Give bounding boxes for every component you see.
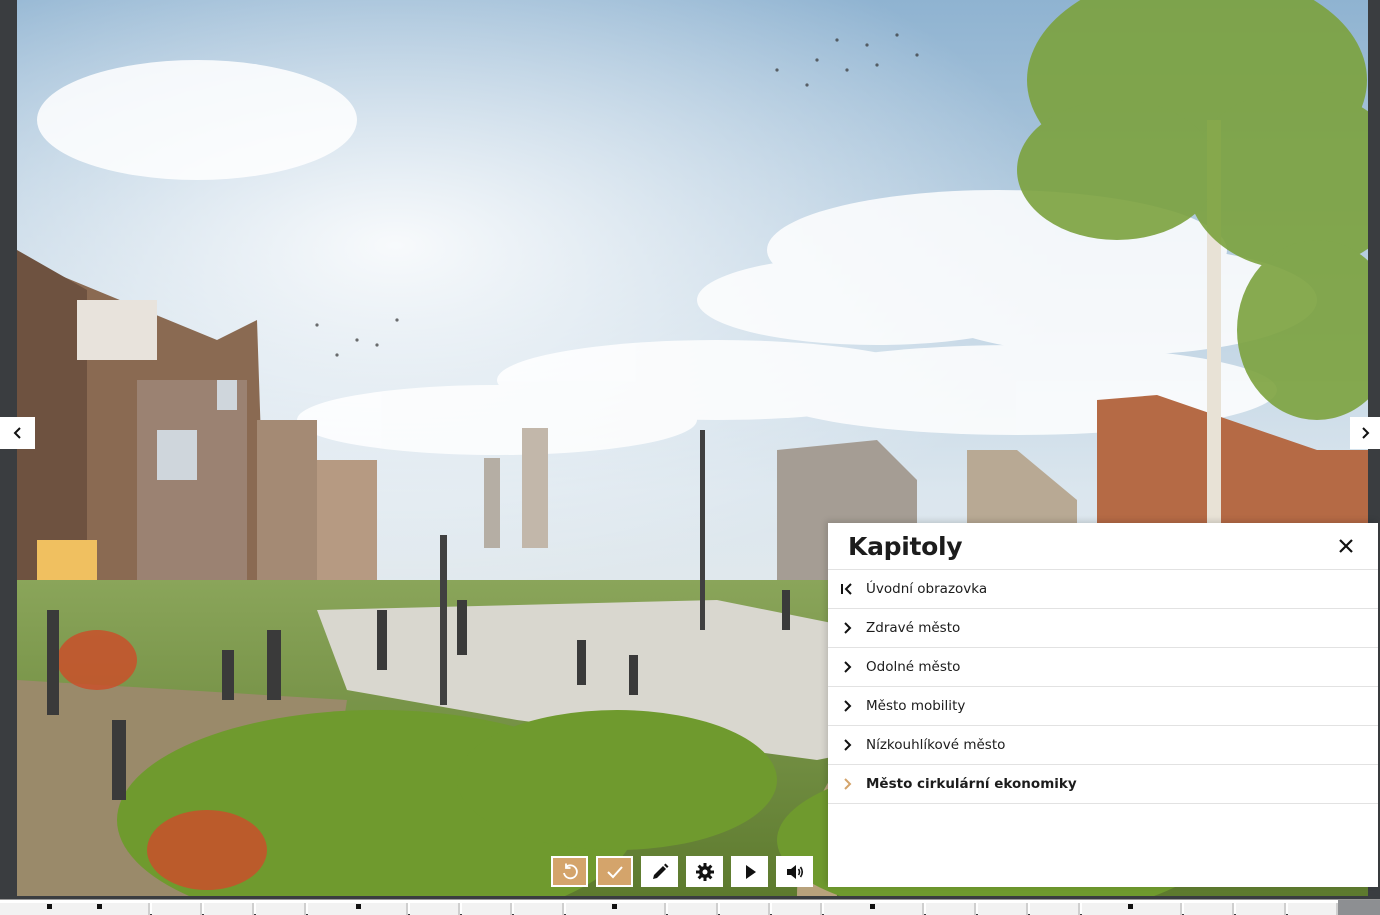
chapter-label: Odolné město <box>866 659 961 675</box>
chevron-right-icon <box>840 621 854 635</box>
thumbnail[interactable] <box>772 903 822 915</box>
chapter-label: Město mobility <box>866 698 966 714</box>
thumbnail[interactable] <box>1236 903 1286 915</box>
chevron-right-icon <box>840 699 854 713</box>
settings-button[interactable] <box>686 856 723 887</box>
thumbnail[interactable] <box>462 903 512 915</box>
toolbar <box>551 856 821 887</box>
thumbnail[interactable] <box>0 903 150 915</box>
play-button[interactable] <box>731 856 768 887</box>
chapter-item-mesto-mobility[interactable]: Město mobility <box>828 687 1378 726</box>
chapter-label: Město cirkulární ekonomiky <box>866 776 1077 792</box>
close-panel-button[interactable] <box>1334 534 1358 558</box>
chapter-item-nizkouhlikove-mesto[interactable]: Nízkouhlíkové město <box>828 726 1378 765</box>
thumbnail[interactable] <box>1030 903 1080 915</box>
close-icon <box>1339 539 1353 553</box>
next-arrow-button[interactable] <box>1350 417 1380 449</box>
draw-button[interactable] <box>641 856 678 887</box>
undo-button[interactable] <box>551 856 588 887</box>
play-icon <box>745 864 756 879</box>
chevron-left-icon <box>13 427 21 439</box>
chapter-label: Nízkouhlíkové město <box>866 737 1006 753</box>
thumbnail[interactable] <box>668 903 718 915</box>
thumbnail[interactable] <box>1288 903 1338 915</box>
check-icon <box>606 865 623 878</box>
chapter-label: Zdravé město <box>866 620 961 636</box>
volume-button[interactable] <box>776 856 813 887</box>
chapters-panel: Kapitoly Úvodní obrazovka Zdravé město O… <box>828 523 1378 887</box>
thumbnail[interactable] <box>566 903 666 915</box>
chapter-item-uvodni-obrazovka[interactable]: Úvodní obrazovka <box>828 570 1378 609</box>
thumbnail[interactable] <box>152 903 202 915</box>
thumbnail[interactable] <box>514 903 564 915</box>
thumbnail[interactable] <box>204 903 254 915</box>
previous-arrow-button[interactable] <box>0 417 35 449</box>
thumbnail[interactable] <box>978 903 1028 915</box>
chapter-item-odolne-mesto[interactable]: Odolné město <box>828 648 1378 687</box>
pencil-icon <box>652 863 668 879</box>
chapters-panel-header: Kapitoly <box>828 523 1378 570</box>
first-page-icon <box>840 582 854 596</box>
thumbnail[interactable] <box>308 903 408 915</box>
gear-icon <box>695 862 714 881</box>
thumbnail[interactable] <box>926 903 976 915</box>
thumbnail[interactable] <box>1184 903 1234 915</box>
thumbnail-strip <box>0 899 1380 915</box>
thumbnail[interactable] <box>256 903 306 915</box>
chevron-right-icon <box>840 738 854 752</box>
chapter-item-zdrave-mesto[interactable]: Zdravé město <box>828 609 1378 648</box>
thumbnail[interactable] <box>410 903 460 915</box>
chapter-item-mesto-cirkularni-ekonomiky[interactable]: Město cirkulární ekonomiky <box>828 765 1378 804</box>
chevron-right-icon <box>840 660 854 674</box>
thumbnail-strip-end <box>1338 900 1380 915</box>
thumbnail[interactable] <box>824 903 924 915</box>
chevron-right-icon <box>840 777 854 791</box>
thumbnail[interactable] <box>1082 903 1182 915</box>
chevron-right-icon <box>1362 427 1370 439</box>
chapter-label: Úvodní obrazovka <box>866 581 988 597</box>
volume-icon <box>786 864 803 879</box>
undo-icon <box>562 863 578 879</box>
viewer: Kapitoly Úvodní obrazovka Zdravé město O… <box>0 0 1380 915</box>
thumbnail[interactable] <box>720 903 770 915</box>
panel-title: Kapitoly <box>848 531 963 561</box>
confirm-button[interactable] <box>596 856 633 887</box>
